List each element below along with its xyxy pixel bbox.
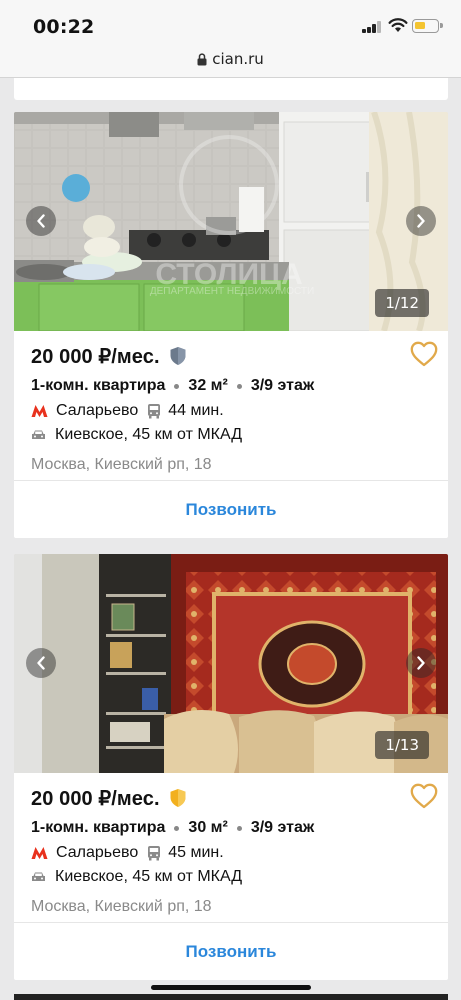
listing-floor: 3/9 этаж [250,377,315,394]
chevron-left-icon [37,656,45,670]
listing-area: 30 м² [188,819,228,836]
browser-url-bar[interactable]: cian.ru [0,44,461,78]
metro-time: 45 мин. [168,844,224,861]
chevron-right-icon [417,656,425,670]
metro-station: Саларьево [56,844,139,861]
listing-price: 20 000 ₽/мес. [31,345,160,368]
listing-info: 20 000 ₽/мес. 1-комн. квартира 32 м² 3/9… [31,341,441,474]
photo-next-button[interactable] [406,648,436,678]
car-icon [32,430,45,439]
call-button[interactable]: Позвонить [14,481,448,538]
listing-specs: 1-комн. квартира 30 м² 3/9 этаж [31,819,441,837]
listing-address: Москва, Киевский рп, 18 [31,898,212,915]
metro-row: Саларьево 44 мин. [31,400,441,422]
wifi-icon [388,18,408,32]
separator-dot [236,825,242,831]
listing-floor: 3/9 этаж [250,819,315,836]
listing-specs: 1-комн. квартира 32 м² 3/9 этаж [31,377,441,395]
highway-distance: Киевское, 45 км от МКАД [55,868,243,885]
metro-m-icon [31,405,48,417]
url-text: cian.ru [212,50,264,68]
shield-verified-icon [170,789,186,807]
listing-photo[interactable]: СТОЛИЦА ДЕПАРТАМЕНТ НЕДВИЖИМОСТИ 1/12 [14,112,448,331]
chevron-right-icon [417,214,425,228]
bus-icon [148,846,161,861]
cellular-signal-icon [362,21,383,33]
photo-counter: 1/13 [375,731,429,759]
listing-price: 20 000 ₽/мес. [31,787,160,810]
listing-rooms: 1-комн. квартира [31,819,166,836]
photo-counter: 1/12 [375,289,429,317]
listing-photo[interactable]: 1/13 [14,554,448,773]
photo-prev-button[interactable] [26,206,56,236]
next-listing-photo-edge [14,994,448,1000]
listing-info: 20 000 ₽/мес. 1-комн. квартира 30 м² 3/9… [31,783,441,916]
heart-icon[interactable] [410,783,438,809]
highway-row: Киевское, 45 км от МКАД [31,424,441,446]
photo-next-button[interactable] [406,206,436,236]
listing-card[interactable]: СТОЛИЦА ДЕПАРТАМЕНТ НЕДВИЖИМОСТИ 1/12 20… [14,112,448,538]
photo-prev-button[interactable] [26,648,56,678]
bus-icon [148,404,161,419]
call-button[interactable]: Позвонить [14,923,448,980]
highway-distance: Киевское, 45 км от МКАД [55,426,243,443]
svg-text:ДЕПАРТАМЕНТ НЕДВИЖИМОСТИ: ДЕПАРТАМЕНТ НЕДВИЖИМОСТИ [150,286,314,297]
status-bar: 00:22 [0,0,461,44]
metro-time: 44 мин. [168,402,224,419]
highway-row: Киевское, 45 км от МКАД [31,866,441,888]
listing-rooms: 1-комн. квартира [31,377,166,394]
metro-station: Саларьево [56,402,139,419]
listing-area: 32 м² [188,377,228,394]
separator-dot [236,383,242,389]
heart-icon[interactable] [410,341,438,367]
listing-address: Москва, Киевский рп, 18 [31,456,212,473]
metro-m-icon [31,847,48,859]
car-icon [32,872,45,881]
metro-row: Саларьево 45 мин. [31,842,441,864]
shield-verified-icon [170,347,186,365]
separator-dot [174,825,180,831]
battery-icon [412,19,443,33]
lock-icon [197,53,207,66]
listing-card[interactable]: 1/13 20 000 ₽/мес. 1-комн. квартира 30 м… [14,554,448,980]
previous-listing-card [14,78,448,100]
chevron-left-icon [37,214,45,228]
separator-dot [174,383,180,389]
home-indicator[interactable] [151,985,311,990]
status-time: 00:22 [33,16,95,38]
